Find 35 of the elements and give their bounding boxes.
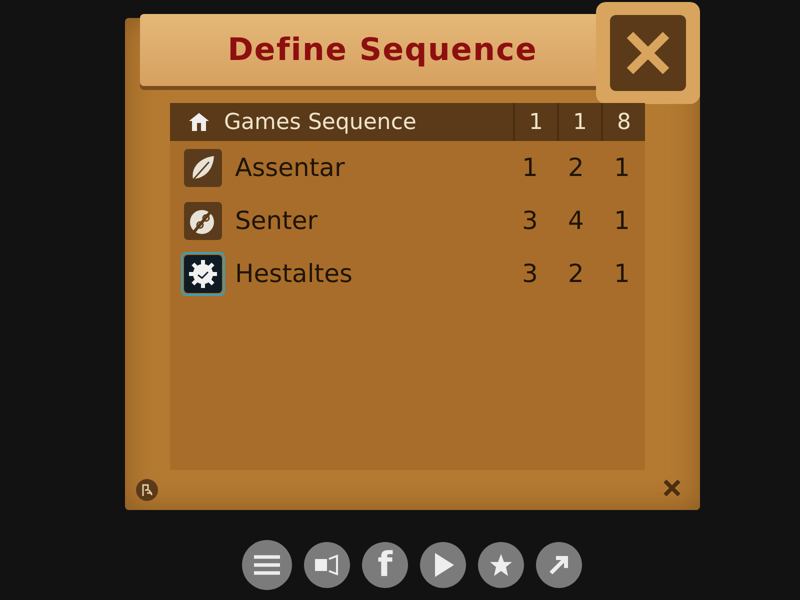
sequence-value: 1 xyxy=(521,153,539,182)
sequence-value: 2 xyxy=(567,259,585,288)
favorite-button[interactable] xyxy=(478,542,524,588)
sequence-value: 1 xyxy=(613,259,631,288)
star-icon xyxy=(489,553,513,577)
sequence-value: 3 xyxy=(521,206,539,235)
header-value: 8 xyxy=(601,103,645,141)
speaker-icon xyxy=(313,554,341,576)
menu-icon xyxy=(254,555,280,575)
gear-icon xyxy=(183,254,223,294)
game-name: Assentar xyxy=(235,153,345,182)
close-icon xyxy=(608,13,688,93)
sequence-value: 4 xyxy=(567,206,585,235)
sound-button[interactable] xyxy=(304,542,350,588)
dialog-title: Define Sequence xyxy=(228,32,538,68)
close-button[interactable] xyxy=(596,2,700,104)
leaf-icon xyxy=(183,148,223,188)
game-name: Senter xyxy=(235,206,318,235)
arrow-icon xyxy=(548,554,570,576)
home-icon xyxy=(188,111,210,133)
close-icon[interactable] xyxy=(662,478,682,498)
game-icon-frame[interactable] xyxy=(181,252,225,296)
share-button[interactable] xyxy=(536,542,582,588)
sequence-value: 1 xyxy=(613,206,631,235)
header-value: 1 xyxy=(513,103,557,141)
game-name: Hestaltes xyxy=(235,259,352,288)
sequence-value: 3 xyxy=(521,259,539,288)
play-button[interactable] xyxy=(420,542,466,588)
puzzle-icon[interactable] xyxy=(135,478,159,502)
sequence-value: 1 xyxy=(613,153,631,182)
header-label: Games Sequence xyxy=(224,110,416,134)
header-value: 1 xyxy=(557,103,601,141)
menu-button[interactable] xyxy=(242,540,292,590)
facebook-button[interactable]: f xyxy=(362,542,408,588)
sequence-value: 2 xyxy=(567,153,585,182)
